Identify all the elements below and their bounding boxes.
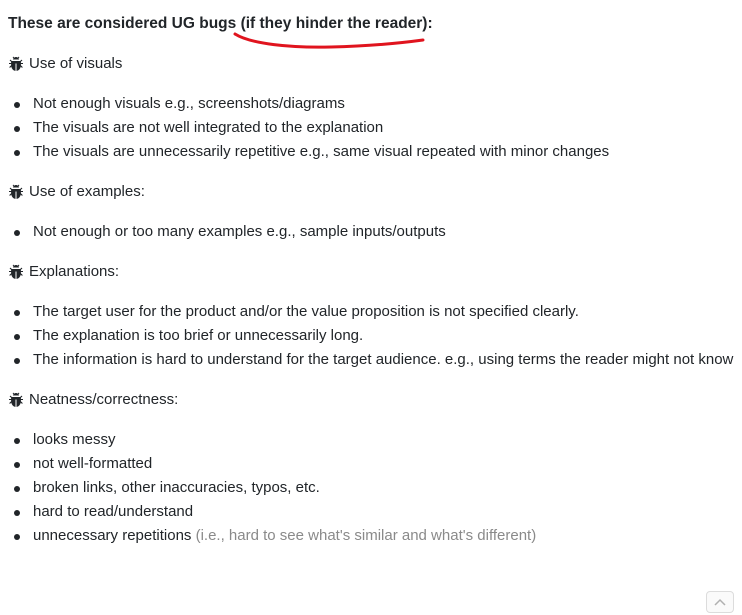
section-explanations: Explanations: The target user for the pr… <box>8 260 734 372</box>
bug-icon <box>8 184 24 200</box>
list-item-note: (i.e., hard to see what's similar and wh… <box>195 527 537 544</box>
bug-icon <box>8 392 24 408</box>
bullet-list: Not enough or too many examples e.g., sa… <box>8 220 734 244</box>
list-item: The target user for the product and/or t… <box>14 300 734 324</box>
section-examples: Use of examples: Not enough or too many … <box>8 180 734 244</box>
bug-icon <box>8 56 24 72</box>
list-item: The visuals are not well integrated to t… <box>14 116 734 140</box>
list-item: The information is hard to understand fo… <box>14 348 734 372</box>
heading-prefix: These are considered UG bugs <box>8 15 241 32</box>
section-title: Explanations: <box>29 263 120 280</box>
bullet-list: The target user for the product and/or t… <box>8 300 734 372</box>
list-item: hard to read/understand <box>14 500 734 524</box>
section-visuals: Use of visuals Not enough visuals e.g., … <box>8 52 734 164</box>
list-item: looks messy <box>14 428 734 452</box>
list-item: broken links, other inaccuracies, typos,… <box>14 476 734 500</box>
section-title: Use of examples: <box>29 183 145 200</box>
list-item: Not enough visuals e.g., screenshots/dia… <box>14 92 734 116</box>
scroll-to-top-button[interactable] <box>706 591 734 613</box>
ug-bugs-content: These are considered UG bugs (if they hi… <box>8 12 734 548</box>
bullet-list: Not enough visuals e.g., screenshots/dia… <box>8 92 734 164</box>
section-neatness: Neatness/correctness: looks messy not we… <box>8 388 734 548</box>
chevron-up-icon <box>714 598 726 606</box>
section-title: Neatness/correctness: <box>29 391 179 408</box>
bullet-list: looks messy not well-formatted broken li… <box>8 428 734 548</box>
list-item: not well-formatted <box>14 452 734 476</box>
list-item: The explanation is too brief or unnecess… <box>14 324 734 348</box>
list-item: unnecessary repetitions (i.e., hard to s… <box>14 524 734 548</box>
list-item: Not enough or too many examples e.g., sa… <box>14 220 734 244</box>
bug-icon <box>8 264 24 280</box>
list-item-text: unnecessary repetitions <box>33 527 196 544</box>
red-underline-annotation <box>233 32 425 49</box>
section-title: Use of visuals <box>29 55 123 72</box>
list-item: The visuals are unnecessarily repetitive… <box>14 140 734 164</box>
